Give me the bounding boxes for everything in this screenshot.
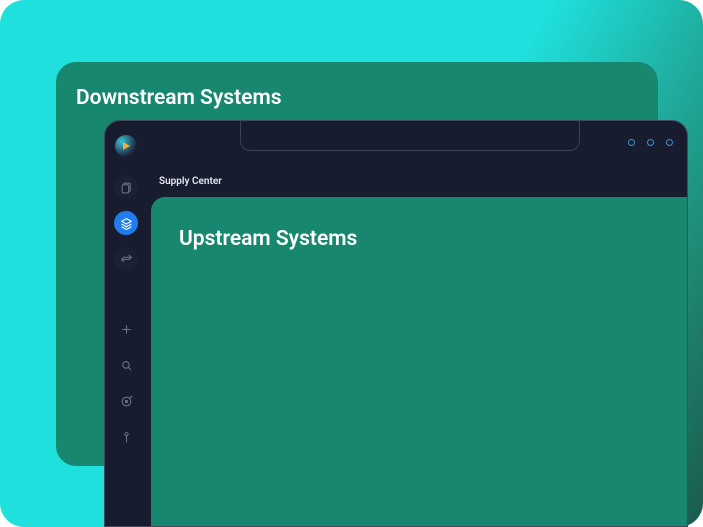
sidebar-item-add[interactable] bbox=[114, 317, 138, 341]
window-control-close-icon[interactable] bbox=[666, 139, 673, 146]
sidebar-item-pin[interactable] bbox=[114, 425, 138, 449]
sidebar-item-clipboard[interactable] bbox=[114, 175, 138, 199]
content-pane: Upstream Systems bbox=[151, 197, 688, 527]
breadcrumb: Supply Center bbox=[159, 176, 222, 187]
sidebar-item-search[interactable] bbox=[114, 353, 138, 377]
sidebar bbox=[105, 165, 147, 526]
clipboard-icon bbox=[120, 181, 133, 194]
window-control-max-icon[interactable] bbox=[647, 139, 654, 146]
app-logo-icon bbox=[115, 135, 137, 157]
sidebar-item-transfer[interactable] bbox=[114, 247, 138, 271]
sidebar-item-layers[interactable] bbox=[114, 211, 138, 235]
pin-icon bbox=[120, 431, 133, 444]
titlebar-outline bbox=[240, 120, 580, 151]
plus-icon bbox=[120, 323, 133, 336]
target-icon bbox=[120, 395, 133, 408]
transfer-icon bbox=[120, 253, 133, 266]
downstream-title: Downstream Systems bbox=[76, 86, 638, 110]
window-control-min-icon[interactable] bbox=[628, 139, 635, 146]
sidebar-item-target[interactable] bbox=[114, 389, 138, 413]
upstream-title: Upstream Systems bbox=[179, 227, 663, 251]
search-icon bbox=[120, 359, 133, 372]
layers-icon bbox=[120, 217, 133, 230]
app-window: Supply Center Upstream Systems bbox=[104, 120, 688, 527]
window-controls bbox=[628, 139, 673, 146]
